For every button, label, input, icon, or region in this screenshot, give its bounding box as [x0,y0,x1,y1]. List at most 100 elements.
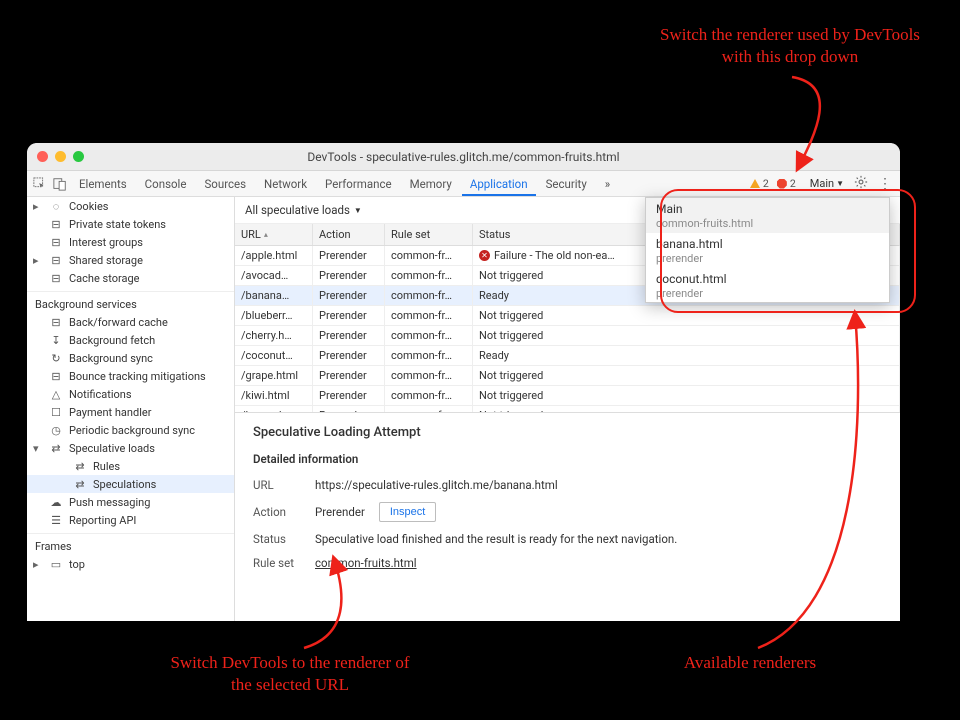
tab-network[interactable]: Network [256,172,315,196]
sidebar-item-icon: ⊟ [49,254,63,267]
url-cell: /grape.html [235,366,313,386]
sidebar-item[interactable]: ☐ Payment handler [27,403,234,421]
table-row[interactable]: /grape.htmlPrerendercommon-fr…Not trigge… [235,366,900,386]
sidebar-item[interactable]: ↻Background sync [27,349,234,367]
kebab-menu-icon[interactable]: ⋮ [874,176,896,192]
sidebar-item[interactable]: ◷Periodic background sync [27,421,234,439]
detail-ruleset-link[interactable]: common-fruits.html [315,556,417,570]
tab-elements[interactable]: Elements [71,172,135,196]
ruleset-cell: common-fr… [385,286,473,306]
errors-badge[interactable]: 2 [777,177,796,190]
detail-action: Prerender [315,505,365,519]
sidebar-item-label: Payment handler [69,406,151,419]
sidebar-item-label: Bounce tracking mitigations [69,370,206,383]
renderer-option-sub: prerender [656,252,879,266]
sidebar-item[interactable]: ⊟Cache storage [27,269,234,287]
detail-panel: Speculative Loading Attempt Detailed inf… [235,412,900,621]
table-row[interactable]: /coconut…Prerendercommon-fr…Ready [235,346,900,366]
sidebar-item-icon: ⊟ [49,370,63,383]
table-row[interactable]: /cherry.h…Prerendercommon-fr…Not trigger… [235,326,900,346]
renderer-select[interactable]: Main ▼ [806,175,848,192]
inspect-button[interactable]: Inspect [379,502,436,522]
sidebar-item-icon: ☁ [49,496,63,509]
detail-title: Speculative Loading Attempt [253,425,882,440]
sidebar-heading-frames: Frames [27,533,234,555]
sidebar-item[interactable]: △ Notifications [27,385,234,403]
tab-performance[interactable]: Performance [317,172,400,196]
sidebar-item-icon: ⇄ [73,460,87,473]
url-cell: /avocad… [235,266,313,286]
col-url[interactable]: URL▴ [235,224,313,245]
action-cell: Prerender [313,346,385,366]
sidebar-item[interactable]: ⇄ Rules [27,457,234,475]
sidebar-item-label: Reporting API [69,514,136,527]
sidebar-item[interactable]: ⊟Private state tokens [27,215,234,233]
sidebar-item[interactable]: ☰ Reporting API [27,511,234,529]
action-cell: Prerender [313,246,385,266]
sidebar-item[interactable]: ⇄Speculations [27,475,234,493]
device-toolbar-icon[interactable] [51,175,69,193]
tab-sources[interactable]: Sources [196,172,254,196]
sidebar-item-icon: ↻ [49,352,63,365]
col-ruleset[interactable]: Rule set [385,224,473,245]
renderer-dropdown-menu[interactable]: Maincommon-fruits.htmlbanana.htmlprerend… [645,197,890,303]
sidebar-item-icon: ◷ [49,424,63,437]
renderer-option[interactable]: Maincommon-fruits.html [646,198,889,233]
renderer-option[interactable]: banana.htmlprerender [646,233,889,268]
sidebar-item[interactable]: ⊟Back/forward cache [27,313,234,331]
sidebar-item-label: Notifications [69,388,132,401]
detail-status: Speculative load finished and the result… [315,532,677,546]
sidebar-item[interactable]: ☁Push messaging [27,493,234,511]
inspect-element-icon[interactable] [31,175,49,193]
more-tabs-icon[interactable]: » [597,172,618,196]
ruleset-cell: common-fr… [385,246,473,266]
status-cell: Not triggered [473,386,900,406]
table-row[interactable]: /blueberr…Prerendercommon-fr…Not trigger… [235,306,900,326]
settings-icon[interactable] [850,175,872,193]
main-toolbar: Elements Console Sources Network Perform… [27,171,900,197]
action-cell: Prerender [313,366,385,386]
sidebar-item-label: Rules [93,460,120,473]
renderer-option[interactable]: coconut.htmlprerender [646,268,889,303]
status-cell: Not triggered [473,326,900,346]
ruleset-cell: common-fr… [385,266,473,286]
action-cell: Prerender [313,386,385,406]
devtools-window: DevTools - speculative-rules.glitch.me/c… [27,143,900,621]
sidebar-item[interactable]: ⊟ Bounce tracking mitigations [27,367,234,385]
application-sidebar: ▸◌Cookies⊟Private state tokens⊟Interest … [27,197,235,621]
table-row[interactable]: /kiwi.htmlPrerendercommon-fr…Not trigger… [235,386,900,406]
sidebar-item-icon: ↧ [49,334,63,347]
url-cell: /coconut… [235,346,313,366]
sidebar-item-label: Cache storage [69,272,139,285]
sidebar-item-label: Private state tokens [69,218,166,231]
ruleset-cell: common-fr… [385,386,473,406]
status-cell: Not triggered [473,306,900,326]
ruleset-cell: common-fr… [385,366,473,386]
col-action[interactable]: Action [313,224,385,245]
sidebar-item[interactable]: ▸◌Cookies [27,197,234,215]
warnings-badge[interactable]: 2 [750,177,769,190]
tab-console[interactable]: Console [137,172,195,196]
sidebar-item-label: Speculative loads [69,442,155,455]
sidebar-item[interactable]: ↧Background fetch [27,331,234,349]
sidebar-item[interactable]: ▸⊟Shared storage [27,251,234,269]
sidebar-item-label: Interest groups [69,236,143,249]
sidebar-item[interactable]: ⊟Interest groups [27,233,234,251]
sidebar-item-icon: ☰ [49,514,63,527]
tab-application[interactable]: Application [462,172,536,196]
sidebar-item-icon: ▭ [49,558,63,571]
ruleset-cell: common-fr… [385,326,473,346]
action-cell: Prerender [313,306,385,326]
ruleset-cell: common-fr… [385,306,473,326]
sidebar-item[interactable]: ▾⇄Speculative loads [27,439,234,457]
action-cell: Prerender [313,326,385,346]
sidebar-item[interactable]: ▸▭top [27,555,234,573]
titlebar: DevTools - speculative-rules.glitch.me/c… [27,143,900,171]
url-cell: /kiwi.html [235,386,313,406]
sidebar-heading-bg: Background services [27,291,234,313]
tab-memory[interactable]: Memory [402,172,460,196]
renderer-option-title: banana.html [656,237,879,252]
tab-security[interactable]: Security [538,172,595,196]
sidebar-item-icon: ☐ [49,406,63,419]
sidebar-item-icon: △ [49,388,63,401]
